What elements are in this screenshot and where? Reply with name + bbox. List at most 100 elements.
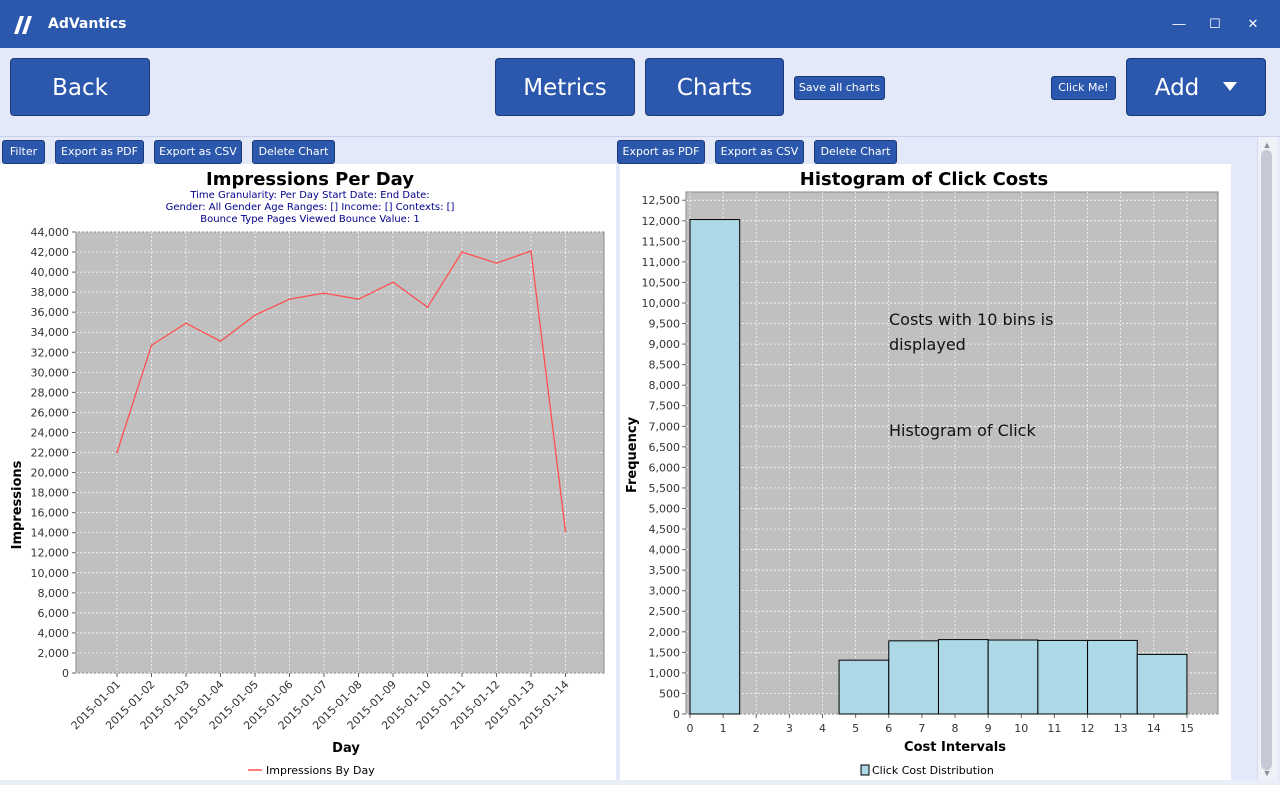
x-tick-label: 0	[687, 722, 694, 735]
data-point	[288, 298, 291, 300]
x-tick-label: 3	[786, 722, 793, 735]
back-button[interactable]: Back	[10, 58, 150, 116]
y-tick-label: 6,500	[649, 441, 681, 454]
click-me-button[interactable]: Click Me!	[1051, 76, 1116, 100]
y-axis-label: Impressions	[10, 460, 25, 549]
y-tick-label: 1,500	[649, 646, 681, 659]
data-point	[150, 344, 153, 347]
app-logo-icon	[14, 16, 32, 34]
y-tick-label: 0	[62, 667, 69, 680]
x-axis-label: Day	[332, 741, 360, 756]
scroll-up-icon[interactable]: ▲	[1261, 140, 1273, 150]
y-tick-label: 11,500	[642, 235, 681, 248]
y-tick-label: 2,000	[649, 626, 681, 639]
y-tick-label: 44,000	[31, 226, 70, 239]
histogram-bar	[1087, 639, 1138, 715]
x-tick-label: 13	[1114, 722, 1128, 735]
right-export-pdf-button[interactable]: Export as PDF	[617, 140, 705, 164]
data-point	[323, 292, 325, 294]
y-tick-label: 4,000	[38, 627, 70, 640]
y-tick-label: 18,000	[31, 487, 70, 500]
data-point	[426, 306, 429, 308]
y-tick-label: 24,000	[31, 426, 70, 439]
chart-title: Impressions Per Day	[206, 169, 414, 190]
x-tick-label: 4	[819, 722, 826, 735]
impressions-line-chart: Impressions Per Day Time Granularity: Pe…	[10, 169, 605, 777]
y-tick-label: 3,000	[649, 585, 681, 598]
y-tick-label: 6,000	[38, 607, 70, 620]
data-point	[357, 298, 360, 300]
x-tick-label: 12	[1081, 722, 1095, 735]
minimize-button[interactable]: —	[1168, 13, 1190, 35]
charts-button[interactable]: Charts	[645, 58, 784, 116]
y-tick-label: 30,000	[31, 366, 70, 379]
y-tick-label: 28,000	[31, 386, 70, 399]
chart-subtitle-line: Gender: All Gender Age Ranges: [] Income…	[166, 202, 455, 213]
y-tick-label: 10,000	[642, 297, 681, 310]
metrics-button[interactable]: Metrics	[495, 58, 635, 116]
y-tick-label: 500	[659, 687, 680, 700]
y-tick-label: 8,000	[38, 587, 70, 600]
y-tick-label: 9,500	[649, 318, 681, 331]
y-tick-label: 12,000	[31, 547, 70, 560]
histogram-bar	[1037, 639, 1089, 715]
legend-label: Impressions By Day	[266, 764, 375, 777]
scrollbar-thumb[interactable]	[1261, 150, 1272, 770]
y-tick-label: 8,000	[649, 379, 681, 392]
y-tick-label: 12,500	[642, 194, 681, 207]
y-tick-label: 10,000	[31, 567, 70, 580]
y-tick-label: 14,000	[31, 527, 70, 540]
chart-title: Histogram of Click Costs	[800, 169, 1048, 190]
left-export-pdf-button[interactable]: Export as PDF	[55, 140, 144, 164]
click-cost-histogram: Histogram of Click Costs 0 500 1,000 1,500 2…	[625, 169, 1219, 777]
plot-area	[685, 191, 1219, 715]
y-tick-label: 1,000	[649, 667, 681, 680]
y-tick-label: 7,000	[649, 420, 681, 433]
chart-annotation-line: Histogram of Click	[889, 421, 1036, 440]
y-tick-label: 34,000	[31, 326, 70, 339]
maximize-button[interactable]: ☐	[1204, 13, 1226, 35]
x-tick-label: 8	[952, 722, 959, 735]
chart-annotation-line: displayed	[889, 335, 966, 354]
save-all-charts-button[interactable]: Save all charts	[794, 76, 885, 100]
y-tick-label: 36,000	[31, 306, 70, 319]
y-axis-label: Frequency	[625, 416, 640, 493]
x-tick-label: 7	[918, 722, 925, 735]
y-tick-label: 7,500	[649, 400, 681, 413]
add-dropdown-button[interactable]: Add	[1126, 58, 1266, 116]
histogram-bar	[888, 640, 939, 715]
close-button[interactable]: ✕	[1242, 13, 1264, 35]
chart-subtitle-line: Bounce Type Pages Viewed Bounce Value: 1	[200, 214, 420, 225]
app-title: AdVantics	[48, 16, 127, 32]
data-point	[254, 314, 256, 316]
chart-subtitle-line: Time Granularity: Per Day Start Date: En…	[189, 190, 429, 201]
y-tick-label: 4,500	[649, 523, 681, 536]
data-point	[495, 262, 498, 264]
y-tick-label: 0	[673, 708, 680, 721]
filter-button[interactable]: Filter	[2, 140, 45, 164]
y-tick-label: 12,000	[642, 215, 681, 228]
left-delete-chart-button[interactable]: Delete Chart	[252, 140, 335, 164]
x-tick-label: 14	[1147, 722, 1161, 735]
data-point	[461, 251, 463, 253]
data-point	[219, 340, 222, 343]
y-tick-label: 2,000	[38, 647, 70, 660]
top-toolbar: Back Metrics Charts Save all charts Clic…	[0, 48, 1280, 137]
y-tick-label: 3,500	[649, 564, 681, 577]
y-tick-label: 38,000	[31, 286, 70, 299]
y-tick-label: 2,500	[649, 605, 681, 618]
y-tick-label: 6,000	[649, 461, 681, 474]
chart-annotation-line: Costs with 10 bins is	[889, 310, 1053, 329]
right-delete-chart-button[interactable]: Delete Chart	[814, 140, 897, 164]
left-export-csv-button[interactable]: Export as CSV	[154, 140, 242, 164]
x-tick-label: 1	[720, 722, 727, 735]
legend-label: Click Cost Distribution	[872, 764, 994, 777]
data-point	[392, 281, 394, 283]
y-tick-label: 40,000	[31, 266, 70, 279]
legend-bar-swatch	[860, 764, 870, 776]
data-point	[564, 530, 567, 533]
scroll-down-icon[interactable]: ▼	[1261, 768, 1273, 778]
histogram-bar	[1136, 653, 1188, 715]
histogram-bar	[689, 219, 741, 715]
right-export-csv-button[interactable]: Export as CSV	[715, 140, 804, 164]
